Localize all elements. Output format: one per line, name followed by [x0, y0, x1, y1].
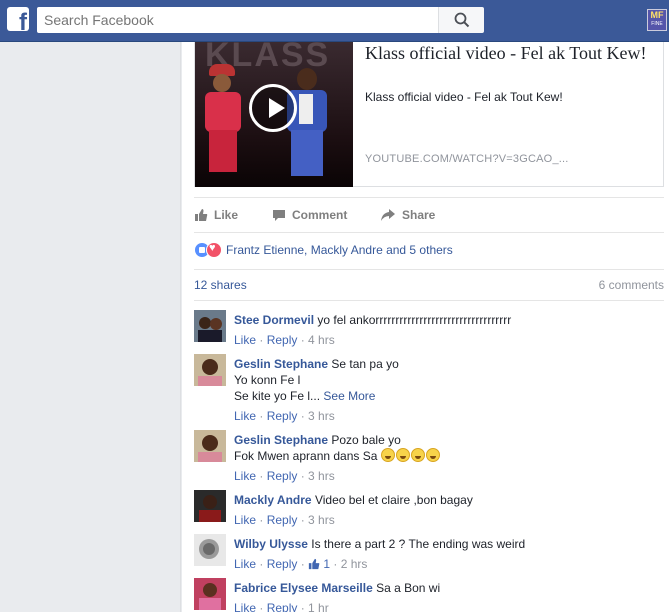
reactions-summary[interactable]: Frantz Etienne, Mackly Andre and 5 other… — [194, 240, 664, 260]
link-url: YOUTUBE.COM/WATCH?V=3GCAO_... — [365, 153, 569, 165]
love-reaction-icon — [206, 242, 222, 258]
comment-text: Sa a Bon wi — [376, 581, 441, 595]
video-thumbnail[interactable]: KLASS — [195, 42, 353, 187]
comment-reply-link[interactable]: Reply — [267, 469, 298, 483]
left-sidebar — [0, 42, 181, 612]
search-button[interactable] — [438, 7, 484, 33]
comments-count[interactable]: 6 comments — [599, 278, 664, 292]
post-card: KLASS Klass official video - Fel ak Tout… — [182, 42, 669, 612]
comment-like-count[interactable]: 1 — [323, 557, 330, 571]
facebook-logo-icon[interactable]: f — [7, 7, 29, 31]
comment-text: yo fel ankorrrrrrrrrrrrrrrrrrrrrrrrrrrrr… — [317, 313, 512, 327]
comment-author[interactable]: Geslin Stephane — [234, 433, 328, 447]
avatar[interactable] — [194, 354, 226, 386]
comment-time[interactable]: 3 hrs — [308, 409, 335, 423]
divider — [194, 197, 664, 198]
comment-time[interactable]: 3 hrs — [308, 469, 335, 483]
comment-like-link[interactable]: Like — [234, 333, 256, 347]
comment-time[interactable]: 4 hrs — [308, 333, 335, 347]
avatar[interactable] — [194, 430, 226, 462]
comment-text: Yo konn Fe l — [234, 373, 301, 387]
comment-reply-link[interactable]: Reply — [267, 601, 298, 612]
comment-author[interactable]: Stee Dormevil — [234, 313, 314, 327]
comment-like-link[interactable]: Like — [234, 469, 256, 483]
comment-like-link[interactable]: Like — [234, 409, 256, 423]
comment-text: Pozo bale yo — [331, 433, 401, 447]
see-more-link[interactable]: See More — [323, 389, 375, 403]
comment-author[interactable]: Wilby Ulysse — [234, 537, 308, 551]
comment-text: Video bel et claire ,bon bagay — [314, 493, 473, 507]
post-stats: 12 shares 6 comments — [194, 278, 664, 296]
comment-like-link[interactable]: Like — [234, 601, 256, 612]
comment-like-link[interactable]: Like — [234, 557, 256, 571]
share-icon — [381, 209, 395, 221]
laughing-emoji-icon — [410, 448, 425, 462]
profile-logo-icon[interactable]: MF FINE — [647, 9, 667, 31]
top-navigation-bar: f MF FINE — [0, 0, 669, 42]
comment-text: Se tan pa yo — [331, 357, 399, 371]
comment-text: Se kite yo Fe l... — [234, 389, 321, 403]
search-icon — [454, 12, 470, 28]
comment-time[interactable]: 3 hrs — [308, 513, 335, 527]
comment-reply-link[interactable]: Reply — [267, 333, 298, 347]
comment-text: Fok Mwen aprann dans Sa — [234, 449, 378, 463]
shares-count[interactable]: 12 shares — [194, 278, 247, 292]
avatar[interactable] — [194, 534, 226, 566]
link-description: Klass official video - Fel ak Tout Kew! — [365, 90, 563, 104]
reaction-names[interactable]: Frantz Etienne, Mackly Andre and 5 other… — [226, 243, 453, 257]
laughing-emoji-icon — [380, 448, 395, 462]
avatar[interactable] — [194, 490, 226, 522]
comment-time[interactable]: 1 hr — [308, 601, 329, 612]
laughing-emoji-icon — [395, 448, 410, 462]
comment-author[interactable]: Fabrice Elysee Marseille — [234, 581, 373, 595]
divider — [194, 232, 664, 233]
divider — [194, 300, 664, 301]
divider — [194, 269, 664, 270]
comment-reply-link[interactable]: Reply — [267, 557, 298, 571]
post-actions: Like Comment Share — [194, 202, 664, 228]
comment-button[interactable]: Comment — [272, 202, 347, 228]
comment-time[interactable]: 2 hrs — [341, 557, 368, 571]
share-button[interactable]: Share — [380, 202, 435, 228]
like-button[interactable]: Like — [194, 202, 238, 228]
comment-text: Is there a part 2 ? The ending was weird — [311, 537, 526, 551]
thumbs-up-icon — [195, 209, 208, 221]
share-label: Share — [402, 208, 436, 222]
comment-reply-link[interactable]: Reply — [267, 513, 298, 527]
link-title[interactable]: Klass official video - Fel ak Tout Kew! — [365, 42, 655, 64]
comment-author[interactable]: Mackly Andre — [234, 493, 312, 507]
avatar[interactable] — [194, 578, 226, 610]
play-icon[interactable] — [249, 84, 297, 132]
search-input[interactable] — [37, 7, 438, 33]
like-label: Like — [214, 208, 239, 222]
link-preview[interactable]: KLASS Klass official video - Fel ak Tout… — [194, 42, 664, 187]
comment-reply-link[interactable]: Reply — [267, 409, 298, 423]
person-left-figure — [203, 64, 243, 174]
comment-label: Comment — [292, 208, 348, 222]
laughing-emoji-icon — [425, 448, 440, 462]
avatar[interactable] — [194, 310, 226, 342]
thumbs-up-icon — [308, 558, 320, 570]
comment-icon — [273, 210, 285, 221]
comment-author[interactable]: Geslin Stephane — [234, 357, 328, 371]
comment-like-link[interactable]: Like — [234, 513, 256, 527]
